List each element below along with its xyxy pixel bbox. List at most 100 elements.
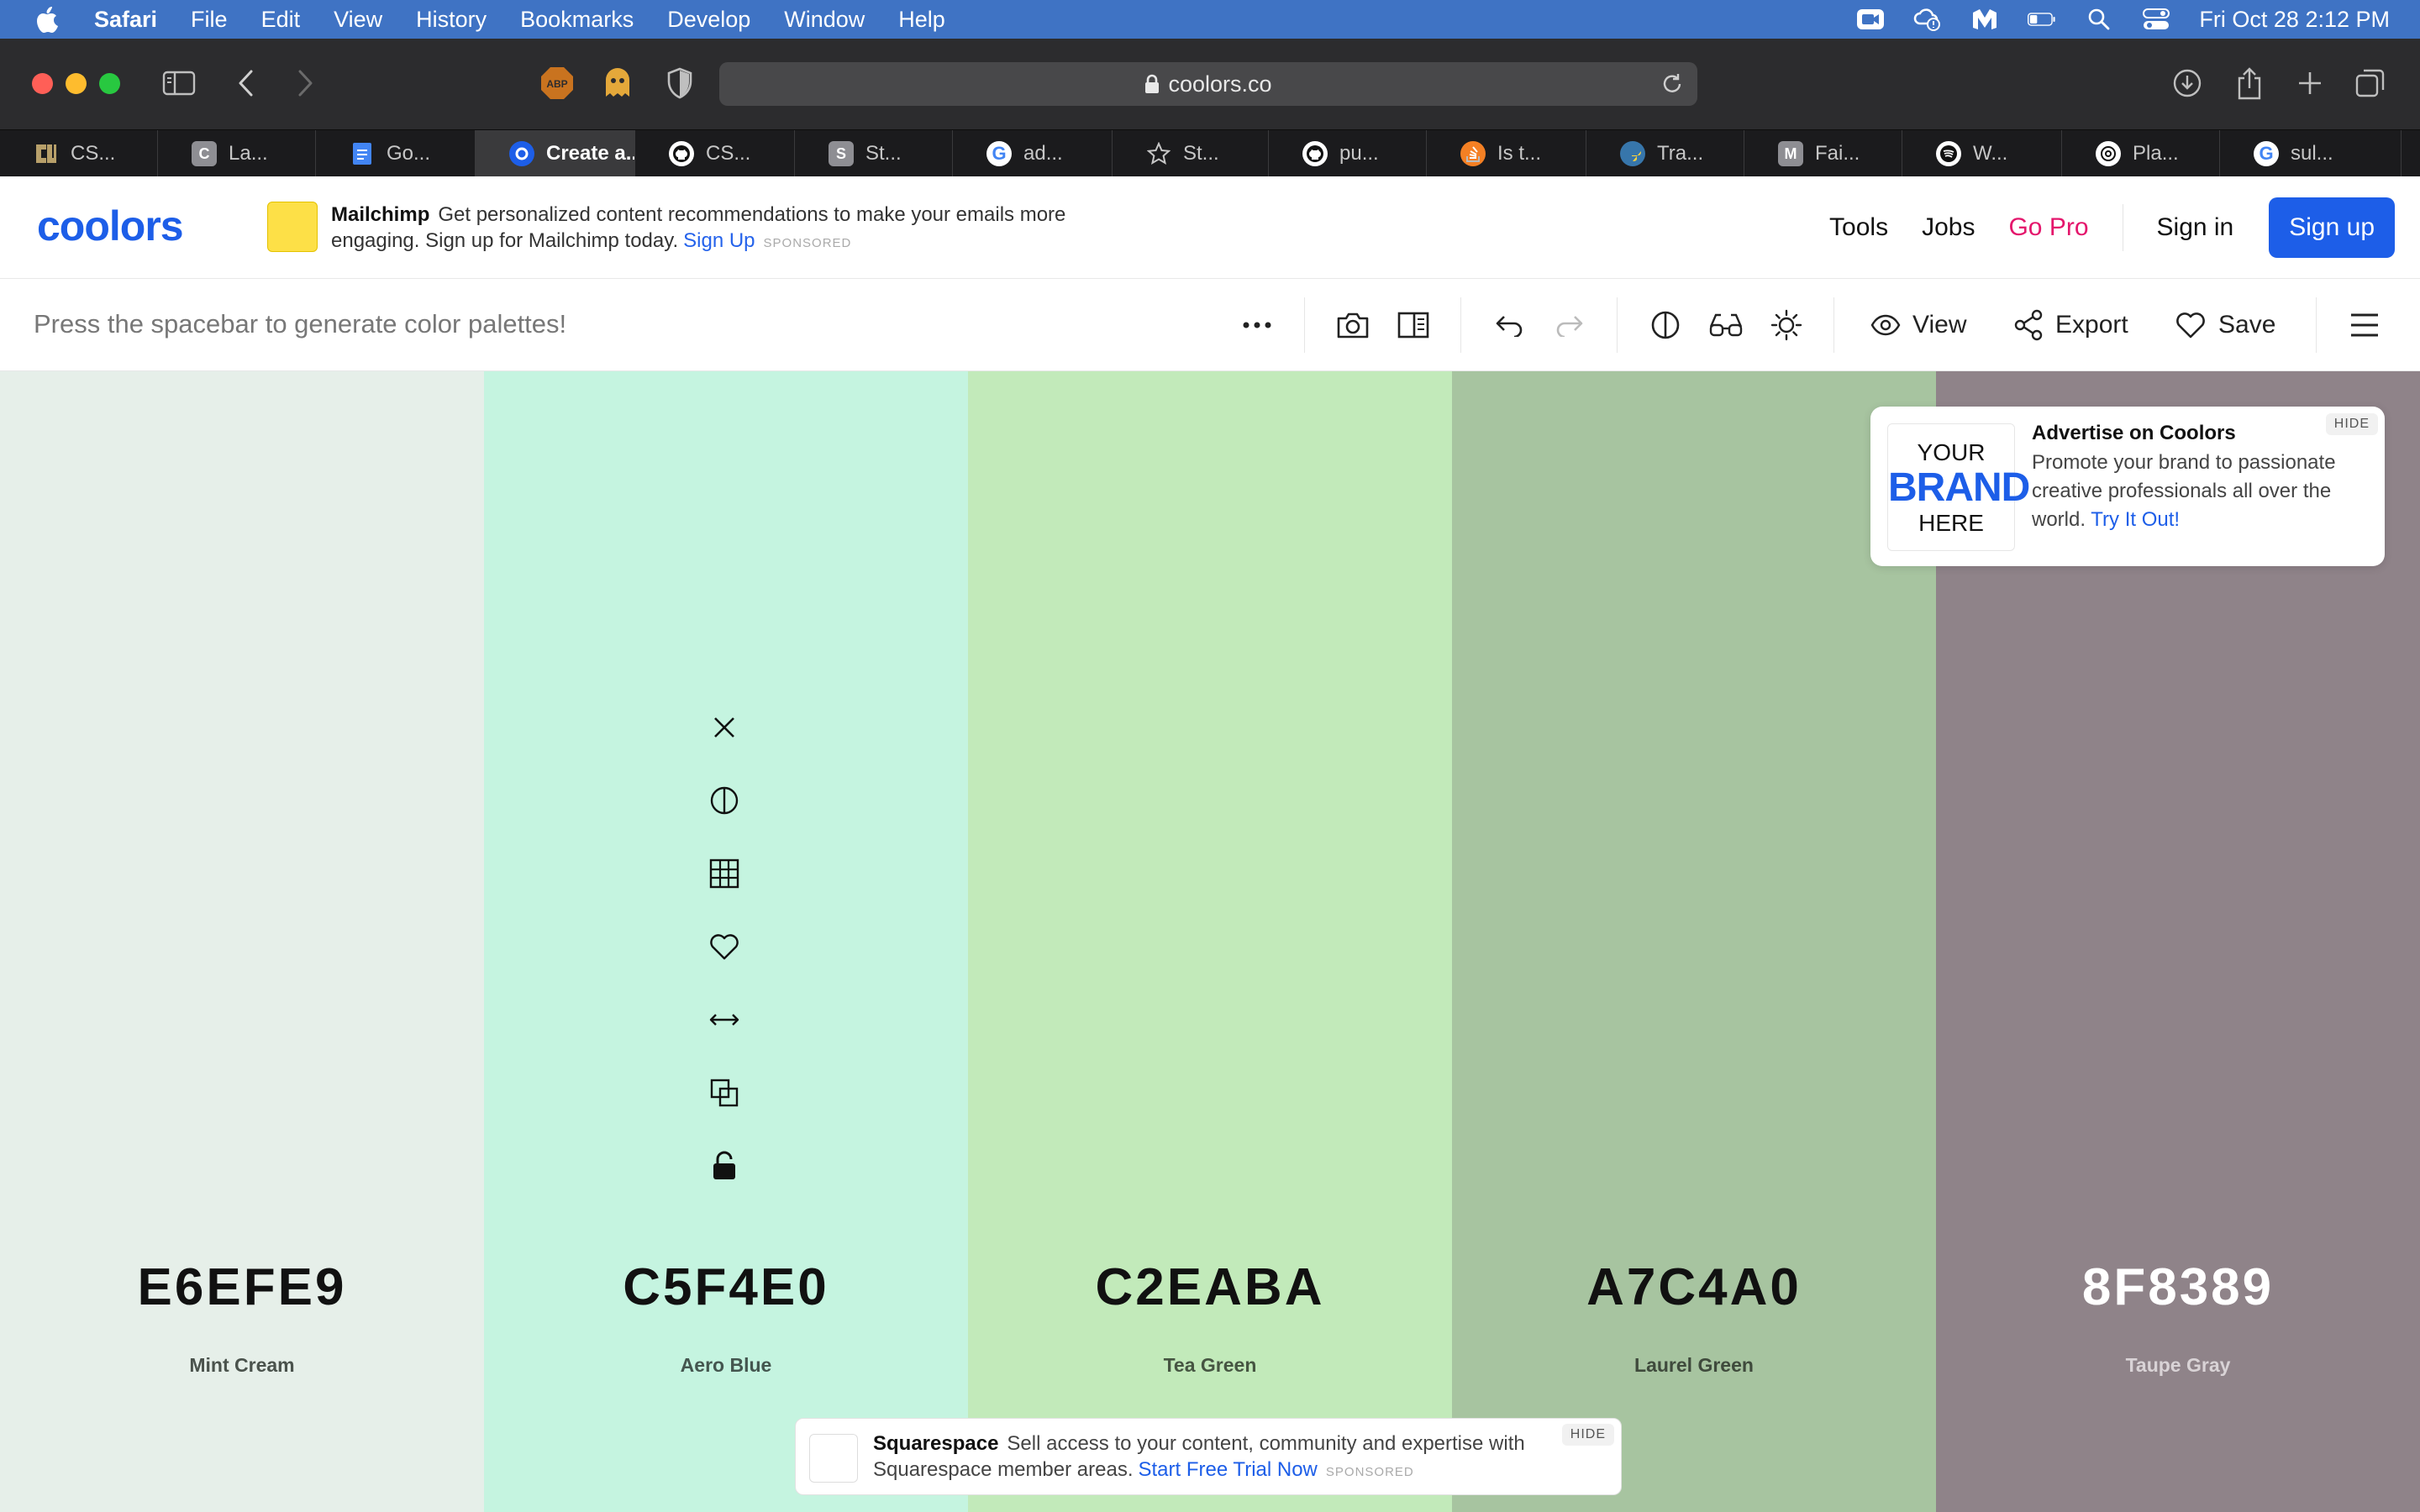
- browser-tab[interactable]: Gad...: [953, 130, 1113, 177]
- tab-overview-icon[interactable]: [2351, 64, 2390, 102]
- camera-icon[interactable]: [1334, 307, 1371, 344]
- tab-label: St...: [865, 142, 902, 165]
- your-brand-here-logo[interactable]: YOUR BRAND HERE: [1887, 423, 2030, 551]
- maximize-window-button[interactable]: [99, 73, 120, 94]
- tab-label: Fai...: [1815, 142, 1860, 165]
- more-options-icon[interactable]: [1239, 307, 1276, 344]
- menu-edit[interactable]: Edit: [261, 7, 301, 33]
- reload-icon[interactable]: [1659, 71, 1686, 97]
- browser-tab[interactable]: Create a...: [476, 130, 635, 177]
- browser-tab[interactable]: C La...: [158, 130, 316, 177]
- forward-icon[interactable]: [286, 64, 324, 102]
- menu-safari[interactable]: Safari: [94, 7, 157, 33]
- browser-tab[interactable]: S St...: [795, 130, 953, 177]
- browser-tab[interactable]: Go...: [316, 130, 476, 177]
- hex-code[interactable]: C2EABA: [968, 1257, 1452, 1317]
- undo-icon[interactable]: [1491, 307, 1528, 344]
- view-button[interactable]: View: [1870, 307, 1966, 344]
- share-icon[interactable]: [2230, 64, 2269, 102]
- browser-tab[interactable]: Tra...: [1586, 130, 1744, 177]
- favorite-color-icon[interactable]: [704, 927, 744, 967]
- browser-tab[interactable]: CS...: [635, 130, 795, 177]
- color-name[interactable]: Mint Cream: [0, 1354, 484, 1377]
- browser-tab[interactable]: W...: [1902, 130, 2062, 177]
- export-button[interactable]: Export: [2013, 307, 2128, 344]
- spotify-favicon-icon: [1936, 141, 1961, 166]
- hex-code[interactable]: C5F4E0: [484, 1257, 968, 1317]
- menu-help[interactable]: Help: [898, 7, 945, 33]
- hamburger-menu-icon[interactable]: [2346, 307, 2383, 344]
- color-swatch-mint-cream[interactable]: E6EFE9 Mint Cream: [0, 371, 484, 1512]
- browser-tab[interactable]: M Fai...: [1744, 130, 1902, 177]
- nav-jobs[interactable]: Jobs: [1922, 213, 1975, 242]
- browser-tab[interactable]: pu...: [1269, 130, 1427, 177]
- color-name[interactable]: Laurel Green: [1452, 1354, 1936, 1377]
- back-icon[interactable]: [227, 64, 266, 102]
- hide-ad-button[interactable]: HIDE: [1561, 1424, 1614, 1446]
- nav-tools[interactable]: Tools: [1829, 213, 1888, 242]
- browser-tab[interactable]: St...: [1113, 130, 1269, 177]
- menu-window[interactable]: Window: [784, 7, 865, 33]
- browser-tab[interactable]: Gsul...: [2220, 130, 2402, 177]
- nav-go-pro[interactable]: Go Pro: [2008, 213, 2088, 242]
- ad-try-it-link[interactable]: Try It Out!: [2091, 508, 2180, 531]
- hide-ad-button[interactable]: HIDE: [2325, 413, 2378, 435]
- downloads-icon[interactable]: [2168, 64, 2207, 102]
- drag-move-icon[interactable]: [704, 1000, 744, 1040]
- contrast-checker-icon[interactable]: [1647, 307, 1684, 344]
- copy-hex-icon[interactable]: [704, 1073, 744, 1113]
- start-free-trial-link[interactable]: Start Free Trial Now: [1139, 1458, 1318, 1481]
- adblock-extension-icon[interactable]: ABP: [538, 64, 576, 102]
- save-button[interactable]: Save: [2175, 307, 2275, 344]
- color-blindness-icon[interactable]: [1707, 307, 1744, 344]
- zoom-icon[interactable]: [1856, 8, 1885, 31]
- privacy-shield-icon[interactable]: [660, 64, 699, 102]
- view-label: View: [1912, 311, 1967, 339]
- color-swatch-laurel-green[interactable]: A7C4A0 Laurel Green: [1452, 371, 1936, 1512]
- browser-tab[interactable]: Is t...: [1427, 130, 1586, 177]
- mailchimp-logo[interactable]: [267, 202, 318, 252]
- browser-tab[interactable]: Pla...: [2062, 130, 2220, 177]
- hex-code[interactable]: A7C4A0: [1452, 1257, 1936, 1317]
- weather-icon[interactable]: [1913, 8, 1942, 31]
- color-name[interactable]: Tea Green: [968, 1354, 1452, 1377]
- color-name[interactable]: Aero Blue: [484, 1354, 968, 1377]
- malwarebytes-icon[interactable]: [1970, 8, 1999, 31]
- contrast-shades-icon[interactable]: [704, 780, 744, 821]
- hex-code[interactable]: E6EFE9: [0, 1257, 484, 1317]
- layout-panel-icon[interactable]: [1395, 307, 1432, 344]
- minimize-window-button[interactable]: [66, 73, 87, 94]
- remove-color-icon[interactable]: [704, 707, 744, 748]
- lock-color-icon[interactable]: [704, 1146, 744, 1186]
- control-center-icon[interactable]: [2142, 8, 2170, 31]
- coolors-logo[interactable]: coolors: [37, 208, 224, 247]
- eye-icon: [1870, 314, 1901, 336]
- menubar-clock[interactable]: Fri Oct 28 2:12 PM: [2199, 7, 2390, 33]
- ghostery-extension-icon[interactable]: [598, 64, 637, 102]
- color-name[interactable]: Taupe Gray: [1936, 1354, 2420, 1377]
- address-bar[interactable]: coolors.co: [719, 62, 1697, 106]
- new-tab-icon[interactable]: [2291, 64, 2329, 102]
- menu-view[interactable]: View: [334, 7, 382, 33]
- menu-bookmarks[interactable]: Bookmarks: [520, 7, 634, 33]
- apple-icon[interactable]: [35, 6, 60, 33]
- view-shades-grid-icon[interactable]: [704, 853, 744, 894]
- sign-in-link[interactable]: Sign in: [2157, 213, 2234, 242]
- hex-code[interactable]: 8F8389: [1936, 1257, 2420, 1317]
- close-window-button[interactable]: [32, 73, 53, 94]
- spotlight-search-icon[interactable]: [2085, 8, 2113, 31]
- sponsor-signup-link[interactable]: Sign Up: [683, 229, 755, 252]
- color-swatch-tea-green[interactable]: C2EABA Tea Green: [968, 371, 1452, 1512]
- browser-tab[interactable]: CS...: [0, 130, 158, 177]
- menu-history[interactable]: History: [416, 7, 487, 33]
- brightness-icon[interactable]: [1768, 307, 1805, 344]
- menu-file[interactable]: File: [191, 7, 228, 33]
- sign-up-button[interactable]: Sign up: [2269, 197, 2395, 258]
- redo-icon[interactable]: [1551, 307, 1588, 344]
- sidebar-toggle-icon[interactable]: [160, 64, 198, 102]
- squarespace-logo[interactable]: [809, 1434, 858, 1483]
- google-favicon-icon: G: [986, 141, 1012, 166]
- toolbar-divider: [1304, 297, 1305, 353]
- tab-label: Tra...: [1657, 142, 1704, 165]
- menu-develop[interactable]: Develop: [667, 7, 750, 33]
